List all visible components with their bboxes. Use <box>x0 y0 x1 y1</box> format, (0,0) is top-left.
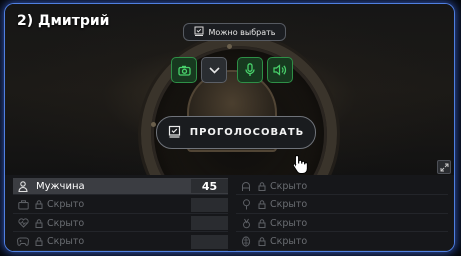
bolt-decoration <box>151 122 156 127</box>
card-value <box>191 216 228 231</box>
player-title: 2) Дмитрий <box>17 13 110 29</box>
card-label: Скрыто <box>270 199 308 211</box>
dropdown-button[interactable] <box>201 57 227 83</box>
card-row-trait[interactable]: Скрыто <box>236 215 448 233</box>
player-card: 2) Дмитрий Можно выбрать ПРОГОЛОСОВАТЬ М… <box>5 4 454 251</box>
card-value <box>191 234 228 249</box>
info-column-right: Скрыто Скрыто Скрыто Скрыто <box>236 178 448 251</box>
lock-icon <box>258 181 266 191</box>
card-label: Скрыто <box>270 236 308 248</box>
gamepad-icon <box>16 237 30 247</box>
microphone-button[interactable] <box>237 57 263 83</box>
info-column-left: Мужчина 45 Скрыто Скрыто Скрыто <box>13 178 228 251</box>
card-label: Скрыто <box>270 180 308 192</box>
briefcase-icon <box>16 199 30 210</box>
card-row-profession[interactable]: Скрыто <box>13 197 228 214</box>
location-pin-icon <box>239 199 253 210</box>
person-icon <box>16 180 30 192</box>
card-row-gender[interactable]: Мужчина 45 <box>13 178 228 195</box>
lock-icon <box>258 200 266 210</box>
card-label: Скрыто <box>47 217 85 229</box>
card-row-baggage[interactable]: Скрыто <box>236 178 448 195</box>
camera-icon <box>177 65 191 76</box>
choose-available-label: Можно выбрать <box>208 27 276 37</box>
card-row-fact[interactable]: Скрыто <box>236 197 448 214</box>
chevron-down-icon <box>208 66 220 74</box>
card-value <box>191 197 228 212</box>
checklist-icon <box>194 26 204 38</box>
media-controls <box>171 57 293 83</box>
card-label: Мужчина <box>36 180 85 192</box>
card-label: Скрыто <box>47 199 85 211</box>
card-value: 45 <box>191 179 228 193</box>
card-label: Скрыто <box>270 217 308 229</box>
speaker-button[interactable] <box>267 57 293 83</box>
vote-label: ПРОГОЛОСОВАТЬ <box>189 127 305 138</box>
lock-icon <box>258 219 266 228</box>
card-label: Скрыто <box>47 236 85 248</box>
heart-pulse-icon <box>16 218 30 228</box>
lock-icon <box>35 219 43 228</box>
lock-icon <box>35 200 43 210</box>
anatomy-icon <box>239 236 253 247</box>
speaker-icon <box>273 64 287 76</box>
expand-icon <box>440 163 448 171</box>
bolt-decoration <box>227 44 232 49</box>
card-row-health[interactable]: Скрыто <box>13 215 228 233</box>
expand-button[interactable] <box>437 160 451 174</box>
card-row-phobia[interactable]: Скрыто <box>236 234 448 251</box>
lock-icon <box>258 237 266 247</box>
choose-available-button[interactable]: Можно выбрать <box>183 23 286 41</box>
helmet-icon <box>239 181 253 192</box>
vote-button[interactable]: ПРОГОЛОСОВАТЬ <box>156 116 316 149</box>
lock-icon <box>35 237 43 247</box>
medal-icon <box>239 218 253 229</box>
camera-button[interactable] <box>171 57 197 83</box>
info-grid: Мужчина 45 Скрыто Скрыто Скрыто Скрыто С… <box>5 175 454 251</box>
checklist-icon <box>168 125 181 141</box>
card-row-hobby[interactable]: Скрыто <box>13 234 228 251</box>
microphone-icon <box>245 63 255 76</box>
